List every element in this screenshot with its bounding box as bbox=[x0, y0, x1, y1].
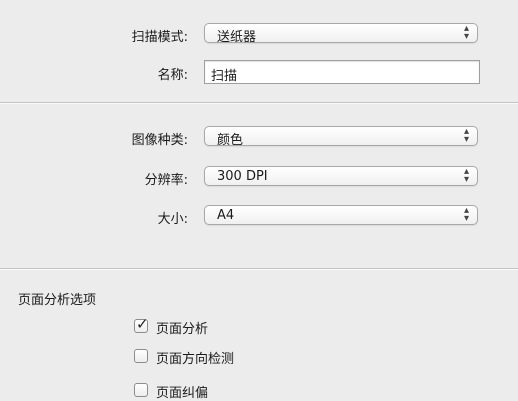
up-down-chevron-icon: ▴ ▾ bbox=[463, 126, 469, 145]
checkbox[interactable] bbox=[134, 349, 148, 363]
scan-mode-popup[interactable]: 送纸器 ▴ ▾ bbox=[204, 23, 478, 45]
scan-mode-value: 送纸器 bbox=[217, 30, 257, 45]
image-type-popup[interactable]: 颜色 ▴ ▾ bbox=[204, 126, 478, 148]
option-label: 页面方向检测 bbox=[156, 352, 235, 367]
up-down-chevron-icon: ▴ ▾ bbox=[463, 166, 469, 185]
image-type-row: 图像种类: 颜色 ▴ ▾ bbox=[0, 125, 518, 149]
divider-highlight bbox=[0, 269, 518, 270]
checkmark-icon: ✓ bbox=[136, 315, 149, 333]
up-down-chevron-icon: ▴ ▾ bbox=[463, 23, 469, 42]
image-type-value: 颜色 bbox=[217, 133, 244, 148]
name-label: 名称: bbox=[157, 68, 188, 83]
resolution-value: 300 DPI bbox=[217, 169, 268, 184]
scan-mode-row: 扫描模式: 送纸器 ▴ ▾ bbox=[0, 22, 518, 46]
resolution-label: 分辨率: bbox=[144, 173, 188, 188]
option-label: 页面纠偏 bbox=[156, 386, 209, 401]
size-popup[interactable]: A4 ▴ ▾ bbox=[204, 205, 478, 225]
name-row: 名称: 扫描 bbox=[0, 60, 518, 84]
page-analysis-title: 页面分析选项 bbox=[18, 293, 97, 308]
size-label: 大小: bbox=[157, 212, 188, 227]
option-label: 页面分析 bbox=[156, 322, 209, 337]
size-row: 大小: A4 ▴ ▾ bbox=[0, 204, 518, 228]
image-type-label: 图像种类: bbox=[131, 133, 188, 148]
checkbox[interactable] bbox=[134, 383, 148, 397]
name-field[interactable]: 扫描 bbox=[204, 60, 480, 84]
checkbox[interactable]: ✓ bbox=[134, 315, 149, 333]
divider-highlight bbox=[0, 103, 518, 104]
size-value: A4 bbox=[217, 208, 235, 223]
resolution-row: 分辨率: 300 DPI ▴ ▾ bbox=[0, 165, 518, 189]
name-value: 扫描 bbox=[211, 69, 238, 84]
scan-mode-label: 扫描模式: bbox=[131, 30, 188, 45]
resolution-popup[interactable]: 300 DPI ▴ ▾ bbox=[204, 166, 478, 186]
up-down-chevron-icon: ▴ ▾ bbox=[463, 205, 469, 224]
